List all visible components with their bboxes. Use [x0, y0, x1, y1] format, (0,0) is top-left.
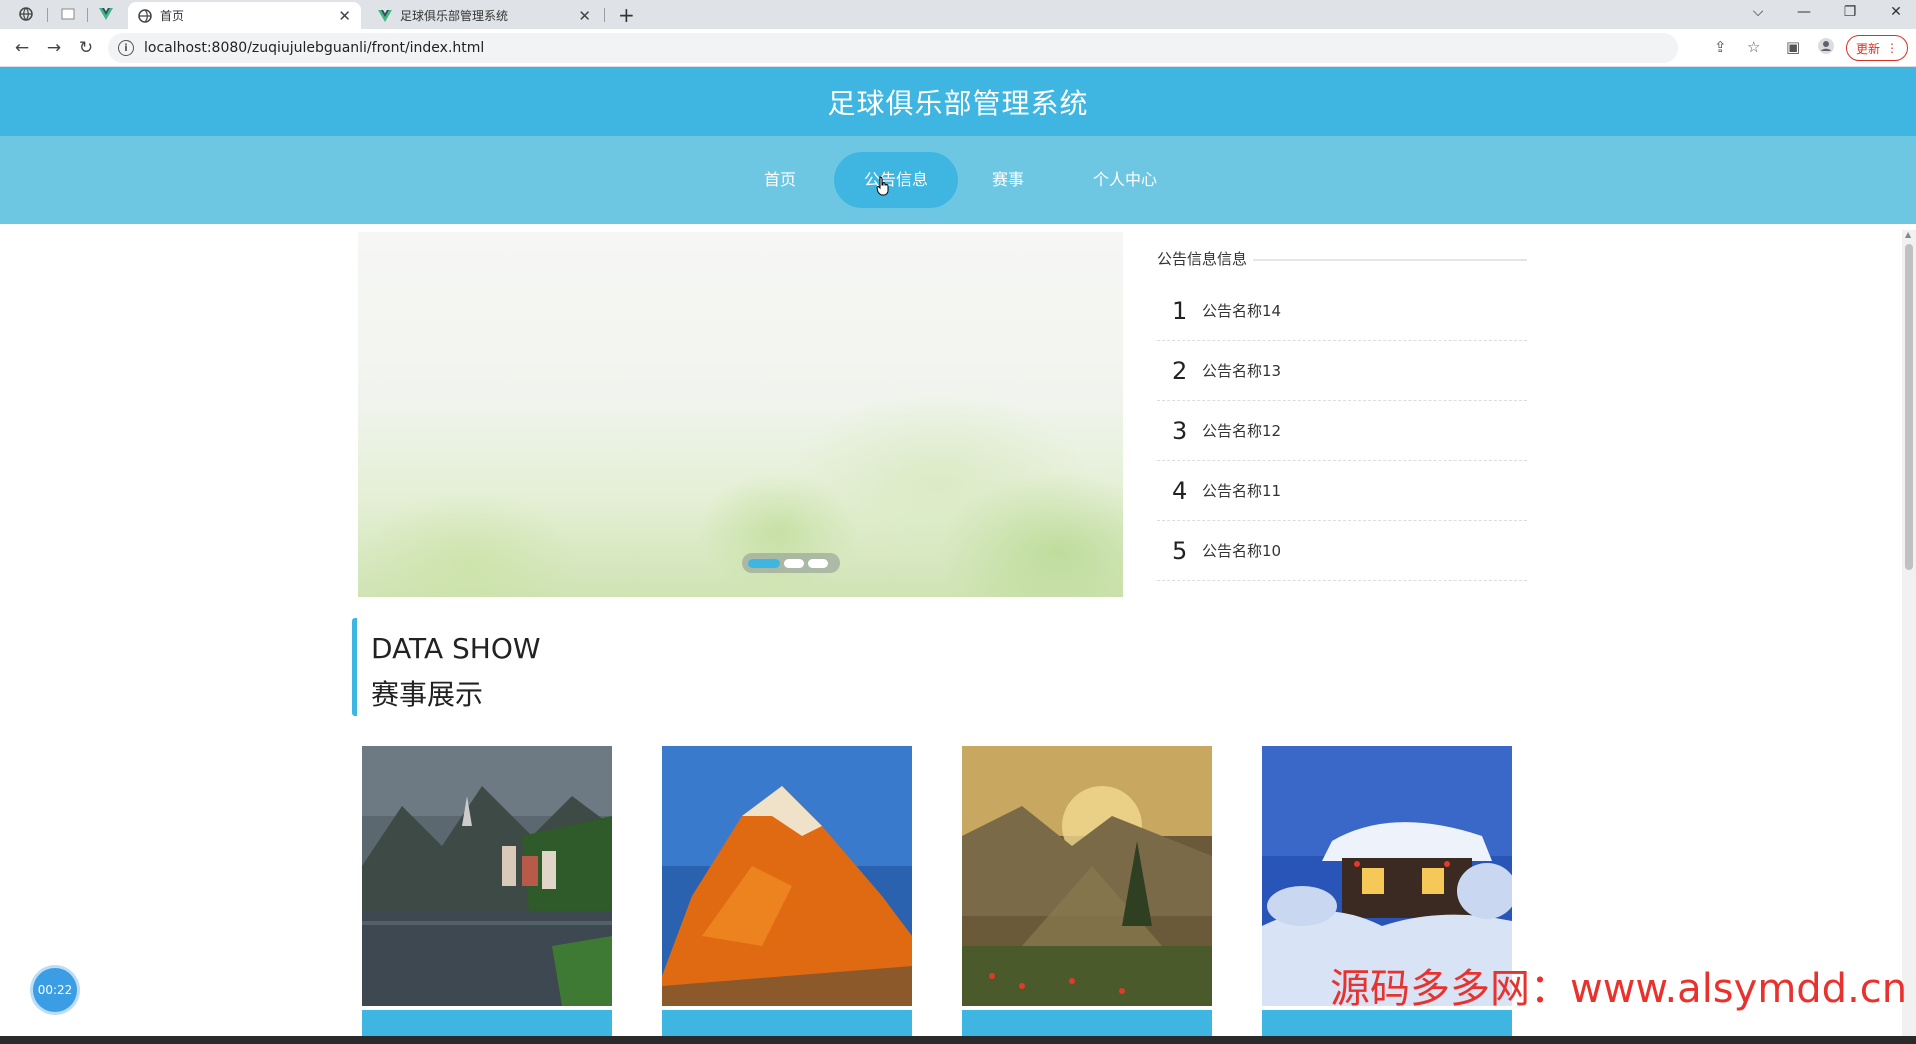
notice-item[interactable]: 1 公告名称14	[1157, 281, 1527, 341]
banner-carousel[interactable]	[358, 232, 1123, 597]
notice-heading: 公告信息信息	[1157, 250, 1248, 268]
new-tab-icon[interactable]: +	[618, 3, 635, 27]
notice-title: 公告名称12	[1202, 422, 1282, 440]
notice-title: 公告名称11	[1202, 482, 1282, 500]
main-nav: 首页 公告信息 赛事 个人中心	[0, 136, 1916, 224]
orange-mountain-image	[662, 746, 912, 1006]
notice-index: 3	[1172, 416, 1188, 445]
site-info-icon[interactable]: i	[118, 40, 134, 56]
section-heading: DATA SHOW 赛事展示	[352, 618, 541, 716]
window-close-icon[interactable]: ✕	[1878, 4, 1914, 20]
site-header: 足球俱乐部管理系统	[0, 67, 1916, 136]
scroll-thumb[interactable]	[1905, 244, 1913, 570]
side-panel-icon[interactable]: ▣	[1786, 38, 1800, 56]
globe-icon[interactable]	[14, 4, 38, 24]
tab-title: 足球俱乐部管理系统	[400, 9, 509, 23]
carousel-dot[interactable]	[808, 558, 828, 568]
site-title: 足球俱乐部管理系统	[827, 86, 1089, 120]
nav-item-profile[interactable]: 个人中心	[1080, 152, 1170, 208]
carousel-dot[interactable]	[784, 558, 804, 568]
heading-divider	[1253, 258, 1527, 261]
share-icon[interactable]: ⇪	[1714, 38, 1727, 56]
update-button[interactable]: 更新 ⋮	[1846, 35, 1908, 61]
watermark-text: 源码多多网：www.alsymdd.cn	[1330, 966, 1908, 1012]
sunset-valley-image	[962, 746, 1212, 1006]
url-field[interactable]: i localhost:8080/zuqiujulebguanli/front/…	[108, 33, 1678, 63]
blank-page-icon[interactable]	[56, 4, 80, 24]
notice-item[interactable]: 4 公告名称11	[1157, 461, 1527, 521]
tab-divider	[87, 8, 88, 22]
nav-item-home[interactable]: 首页	[744, 152, 816, 208]
notice-title: 公告名称10	[1202, 542, 1282, 560]
lakeside-village-image	[362, 746, 612, 1006]
back-icon[interactable]: ←	[11, 38, 33, 58]
page-scrollbar[interactable]: ▲	[1902, 230, 1916, 1040]
tab-home[interactable]: 首页 ✕	[128, 2, 361, 29]
forward-icon[interactable]: →	[43, 38, 65, 58]
notice-index: 5	[1172, 536, 1188, 565]
more-menu-icon: ⋮	[1886, 41, 1898, 55]
notice-title: 公告名称14	[1202, 302, 1282, 320]
url-text: localhost:8080/zuqiujulebguanli/front/in…	[144, 40, 485, 56]
notice-item[interactable]: 3 公告名称12	[1157, 401, 1527, 461]
carousel-dot-active[interactable]	[748, 558, 780, 568]
minimize-icon[interactable]: —	[1786, 4, 1822, 20]
notice-heading-row: 公告信息信息	[1157, 248, 1527, 269]
nav-item-match[interactable]: 赛事	[972, 152, 1044, 208]
notice-item[interactable]: 5 公告名称10	[1157, 521, 1527, 581]
close-icon[interactable]: ✕	[578, 7, 591, 25]
address-bar: ← → ↻ i localhost:8080/zuqiujulebguanli/…	[0, 29, 1916, 67]
hand-cursor-icon	[876, 176, 889, 196]
tab-title: 首页	[160, 9, 185, 23]
tab-system[interactable]: 足球俱乐部管理系统 ✕	[368, 2, 601, 29]
vue-logo-icon[interactable]	[94, 4, 118, 24]
notice-index: 2	[1172, 356, 1188, 385]
section-title-cn: 赛事展示	[371, 678, 484, 711]
update-label: 更新	[1855, 41, 1880, 56]
tab-search-chevron-icon[interactable]: ⌵	[1740, 4, 1776, 20]
tab-divider	[47, 8, 48, 22]
section-title-en: DATA SHOW	[371, 632, 541, 665]
reload-icon[interactable]: ↻	[75, 38, 97, 58]
globe-icon	[138, 8, 152, 23]
notice-title: 公告名称13	[1202, 362, 1282, 380]
notice-list: 1 公告名称14 2 公告名称13 3 公告名称12 4 公告名称11 5 公告…	[1157, 281, 1527, 581]
profile-icon[interactable]	[1818, 38, 1834, 58]
scroll-up-icon[interactable]: ▲	[1905, 230, 1911, 239]
restore-icon[interactable]: ❐	[1832, 4, 1868, 20]
tab-divider	[604, 8, 605, 22]
notice-panel: 公告信息信息 1 公告名称14 2 公告名称13 3 公告名称12 4 公告名称…	[1157, 248, 1527, 581]
notice-index: 4	[1172, 476, 1188, 505]
match-card[interactable]	[662, 746, 912, 1044]
match-card[interactable]	[362, 746, 612, 1044]
vue-logo-icon	[378, 9, 392, 22]
match-card[interactable]	[962, 746, 1212, 1044]
notice-item[interactable]: 2 公告名称13	[1157, 341, 1527, 401]
recording-timer: 00:22	[33, 968, 77, 1012]
bottom-strip	[0, 1036, 1916, 1044]
carousel-indicators	[742, 553, 840, 573]
nav-item-notice[interactable]: 公告信息	[834, 152, 958, 208]
bookmark-star-icon[interactable]: ☆	[1747, 38, 1760, 56]
notice-index: 1	[1172, 296, 1188, 325]
browser-tab-strip: 首页 ✕ 足球俱乐部管理系统 ✕ + ⌵ — ❐ ✕	[0, 0, 1916, 29]
close-icon[interactable]: ✕	[338, 7, 351, 25]
